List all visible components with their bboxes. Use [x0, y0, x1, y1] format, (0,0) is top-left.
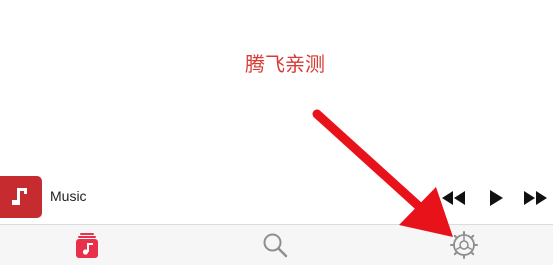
- now-playing-bar[interactable]: Music: [0, 175, 553, 223]
- album-artwork[interactable]: [0, 176, 42, 218]
- music-library-icon: [76, 233, 98, 258]
- tab-settings[interactable]: [434, 225, 494, 265]
- settings-gear-icon: [450, 231, 478, 259]
- tab-search[interactable]: [245, 225, 305, 265]
- fast-forward-icon: [524, 191, 547, 205]
- previous-button[interactable]: [440, 187, 468, 209]
- music-note-icon: [12, 188, 27, 205]
- play-icon: [490, 190, 503, 206]
- tab-bar: [0, 225, 553, 265]
- search-icon: [263, 233, 288, 258]
- rewind-icon: [442, 191, 465, 205]
- watermark-text: 腾飞亲测: [245, 52, 325, 76]
- tab-library[interactable]: [57, 225, 117, 265]
- next-button[interactable]: [521, 187, 549, 209]
- now-playing-title[interactable]: Music: [50, 187, 87, 205]
- app-screen: 腾飞亲测 Music: [0, 0, 553, 265]
- play-button[interactable]: [482, 187, 510, 209]
